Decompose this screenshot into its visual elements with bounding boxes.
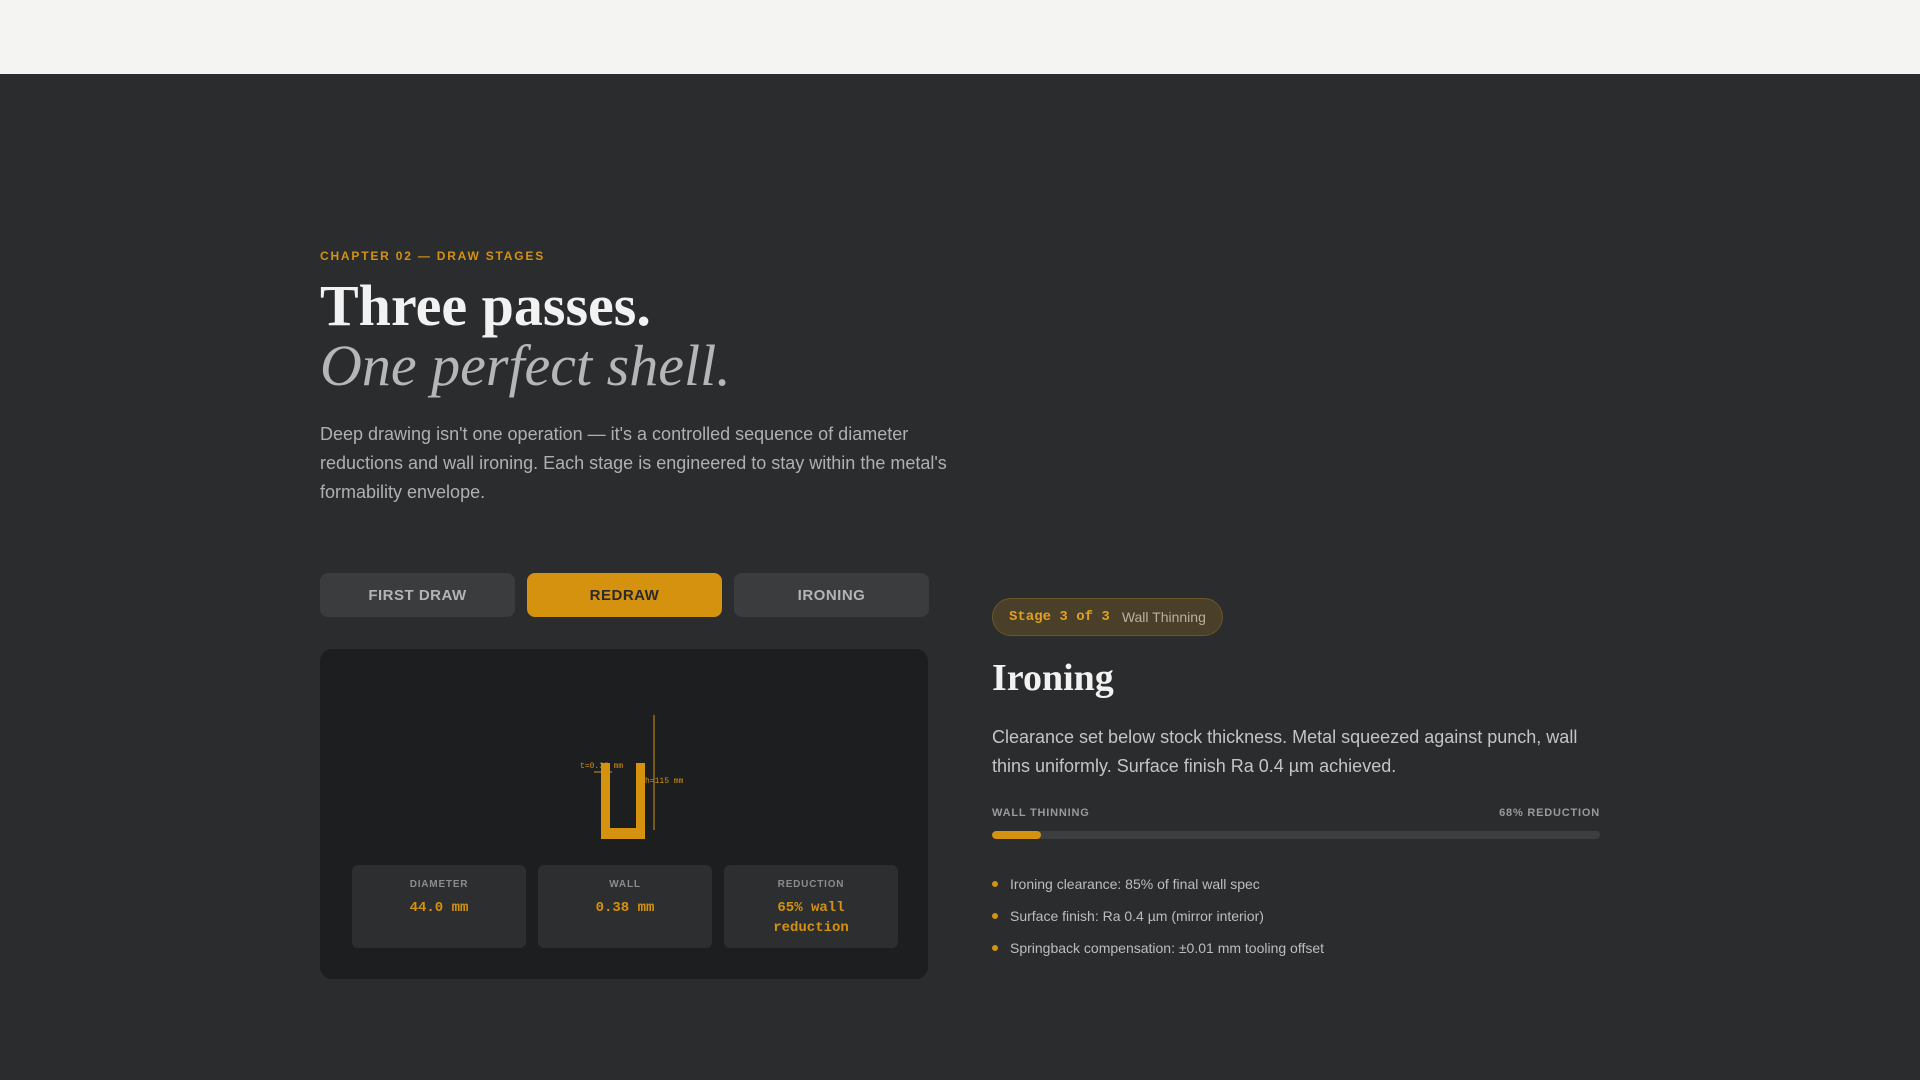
stat-value: 65% wall reduction (773, 900, 849, 936)
stage-stats: DIAMETER 44.0 mm WALL 0.38 mm REDUCTION … (352, 865, 898, 948)
stage-description: Clearance set below stock thickness. Met… (992, 727, 1578, 776)
height-label: h=115 mm (645, 777, 684, 786)
tab-first-draw[interactable]: FIRST DRAW (320, 573, 515, 617)
meter-label: WALL THINNING (992, 807, 1090, 819)
stat-wall: WALL 0.38 mm (538, 865, 712, 948)
stage-details-list: Ironing clearance: 85% of final wall spe… (992, 868, 1324, 964)
meter-value: 68% REDUCTION (1499, 807, 1600, 819)
tab-redraw[interactable]: REDRAW (527, 573, 722, 617)
stage-badge-name: Wall Thinning (1121, 609, 1206, 625)
intro-paragraph: Deep drawing isn't one operation — it's … (320, 424, 947, 502)
stat-reduction: REDUCTION 65% wall reduction (724, 865, 898, 948)
stat-value: 44.0 mm (409, 900, 469, 916)
tab-ironing[interactable]: IRONING (734, 573, 929, 617)
chapter-eyebrow: CHAPTER 02 — DRAW STAGES (320, 249, 545, 263)
stat-label: WALL (609, 879, 641, 890)
stat-label: DIAMETER (409, 879, 469, 890)
list-item: Springback compensation: ±0.01 mm toolin… (992, 932, 1324, 964)
list-item: Ironing clearance: 85% of final wall spe… (992, 868, 1324, 900)
thickness-label: t=0.38 mm (580, 762, 623, 771)
bullet-dot-icon (992, 945, 998, 951)
stat-diameter: DIAMETER 44.0 mm (352, 865, 526, 948)
bullet-dot-icon (992, 913, 998, 919)
stage-badge: Stage 3 of 3 Wall Thinning (992, 598, 1223, 636)
meter-fill (992, 831, 1041, 839)
list-item-text: Springback compensation: ±0.01 mm toolin… (1010, 940, 1325, 956)
list-item: Surface finish: Ra 0.4 µm (mirror interi… (992, 900, 1324, 932)
shell-cross-section-diagram: t=0.38 mm h=115 mm (580, 715, 684, 839)
stage-tabs: FIRST DRAW REDRAW IRONING (320, 573, 929, 617)
stage-counter: Stage 3 of 3 (1009, 609, 1110, 625)
wall-thinning-meter (992, 831, 1600, 839)
stage-title: Ironing (992, 657, 1114, 699)
stat-value: 0.38 mm (595, 900, 655, 916)
top-bar (0, 0, 1920, 74)
list-item-text: Surface finish: Ra 0.4 µm (mirror interi… (1010, 908, 1264, 924)
stat-label: REDUCTION (777, 879, 845, 890)
shell-profile (601, 763, 645, 839)
stage-diagram-panel: t=0.38 mm h=115 mm DIAMETER 44.0 mm WALL… (320, 649, 928, 979)
page-subtitle: One perfect shell. (320, 333, 731, 398)
list-item-text: Ironing clearance: 85% of final wall spe… (1010, 876, 1260, 892)
bullet-dot-icon (992, 881, 998, 887)
page-title: Three passes. (320, 273, 651, 338)
